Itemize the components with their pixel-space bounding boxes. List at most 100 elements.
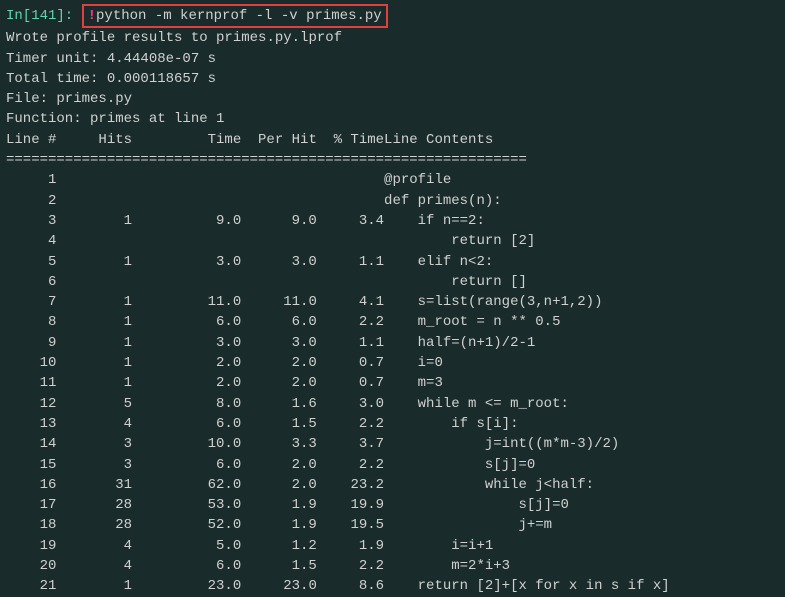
col-pct-header: % Time [317,130,384,150]
cell-linenum: 20 [6,556,56,576]
cell-content: s[j]=0 [384,495,670,515]
cell-hits [56,191,132,211]
cell-pct [317,191,384,211]
cell-content: m=3 [384,373,670,393]
cell-perhit: 1.6 [241,394,317,414]
cell-content: m_root = n ** 0.5 [384,312,670,332]
cell-perhit [241,191,317,211]
cell-hits: 1 [56,312,132,332]
cell-perhit: 1.5 [241,556,317,576]
output-line-5: Function: primes at line 1 [6,109,779,129]
command-box[interactable]: ! python -m kernprof -l -v primes.py [82,4,388,28]
output-line-2: Timer unit: 4.44408e-07 s [6,49,779,69]
cell-perhit: 1.5 [241,414,317,434]
table-divider-row: ========================================… [6,150,670,170]
cell-time: 9.0 [132,211,241,231]
cell-pct: 2.2 [317,556,384,576]
cell-perhit: 3.0 [241,252,317,272]
cell-time: 3.0 [132,252,241,272]
cell-linenum: 18 [6,515,56,535]
table-row: 163162.02.023.2 while j<half: [6,475,670,495]
cell-hits: 4 [56,536,132,556]
cell-pct [317,170,384,190]
table-row: 1945.01.21.9 i=i+1 [6,536,670,556]
cell-content: def primes(n): [384,191,670,211]
cell-pct: 19.5 [317,515,384,535]
cell-linenum: 19 [6,536,56,556]
cell-time: 8.0 [132,394,241,414]
cell-linenum: 17 [6,495,56,515]
table-row: 7111.011.04.1 s=list(range(3,n+1,2)) [6,292,670,312]
cell-time: 5.0 [132,536,241,556]
cell-linenum: 10 [6,353,56,373]
cell-pct: 4.1 [317,292,384,312]
cell-linenum: 4 [6,231,56,251]
cell-pct: 3.0 [317,394,384,414]
cell-perhit: 1.2 [241,536,317,556]
table-row: 1258.01.63.0 while m <= m_root: [6,394,670,414]
table-row: 913.03.01.1 half=(n+1)/2-1 [6,333,670,353]
profile-table: Line # Hits Time Per Hit % Time Line Con… [6,130,670,597]
prompt-label: In[141]: [6,6,82,26]
cell-perhit: 1.9 [241,495,317,515]
cell-time [132,272,241,292]
cell-time: 10.0 [132,434,241,454]
cell-perhit: 11.0 [241,292,317,312]
cell-hits [56,272,132,292]
cell-perhit: 2.0 [241,455,317,475]
cell-perhit: 9.0 [241,211,317,231]
cell-hits: 5 [56,394,132,414]
cell-hits: 31 [56,475,132,495]
cell-perhit: 3.0 [241,333,317,353]
cell-content: m=2*i+3 [384,556,670,576]
cell-pct: 3.7 [317,434,384,454]
cell-linenum: 21 [6,576,56,596]
cell-linenum: 13 [6,414,56,434]
cell-hits: 1 [56,576,132,596]
cell-linenum: 7 [6,292,56,312]
table-row: 172853.01.919.9 s[j]=0 [6,495,670,515]
cell-content: s[j]=0 [384,455,670,475]
cell-time [132,170,241,190]
cell-hits: 1 [56,252,132,272]
cell-time: 3.0 [132,333,241,353]
cell-time: 11.0 [132,292,241,312]
output-line-3: Total time: 0.000118657 s [6,69,779,89]
cell-perhit: 23.0 [241,576,317,596]
cell-pct: 2.2 [317,455,384,475]
cell-linenum: 1 [6,170,56,190]
cell-hits: 1 [56,333,132,353]
col-content-header: Line Contents [384,130,670,150]
cell-content: elif n<2: [384,252,670,272]
cell-pct: 19.9 [317,495,384,515]
cell-linenum: 6 [6,272,56,292]
col-time-header: Time [132,130,241,150]
cell-hits: 3 [56,434,132,454]
table-row: 2def primes(n): [6,191,670,211]
table-row: 1346.01.52.2 if s[i]: [6,414,670,434]
cell-perhit: 2.0 [241,353,317,373]
prompt-row: In[141]: ! python -m kernprof -l -v prim… [6,4,779,28]
table-row: 4 return [2] [6,231,670,251]
table-row: 1012.02.00.7 i=0 [6,353,670,373]
cell-linenum: 8 [6,312,56,332]
table-row: 1@profile [6,170,670,190]
table-row: 182852.01.919.5 j+=m [6,515,670,535]
cell-hits: 1 [56,373,132,393]
cell-pct: 1.1 [317,333,384,353]
cell-content: return [2]+[x for x in s if x] [384,576,670,596]
cell-content: half=(n+1)/2-1 [384,333,670,353]
cell-pct: 8.6 [317,576,384,596]
cell-linenum: 5 [6,252,56,272]
table-row: 513.03.01.1 elif n<2: [6,252,670,272]
cell-hits: 1 [56,353,132,373]
table-header-row: Line # Hits Time Per Hit % Time Line Con… [6,130,670,150]
cell-content: while m <= m_root: [384,394,670,414]
cell-linenum: 14 [6,434,56,454]
table-row: 21123.023.08.6 return [2]+[x for x in s … [6,576,670,596]
cell-time: 62.0 [132,475,241,495]
cell-hits: 28 [56,495,132,515]
cell-pct [317,272,384,292]
cell-hits: 1 [56,292,132,312]
cell-hits: 28 [56,515,132,535]
